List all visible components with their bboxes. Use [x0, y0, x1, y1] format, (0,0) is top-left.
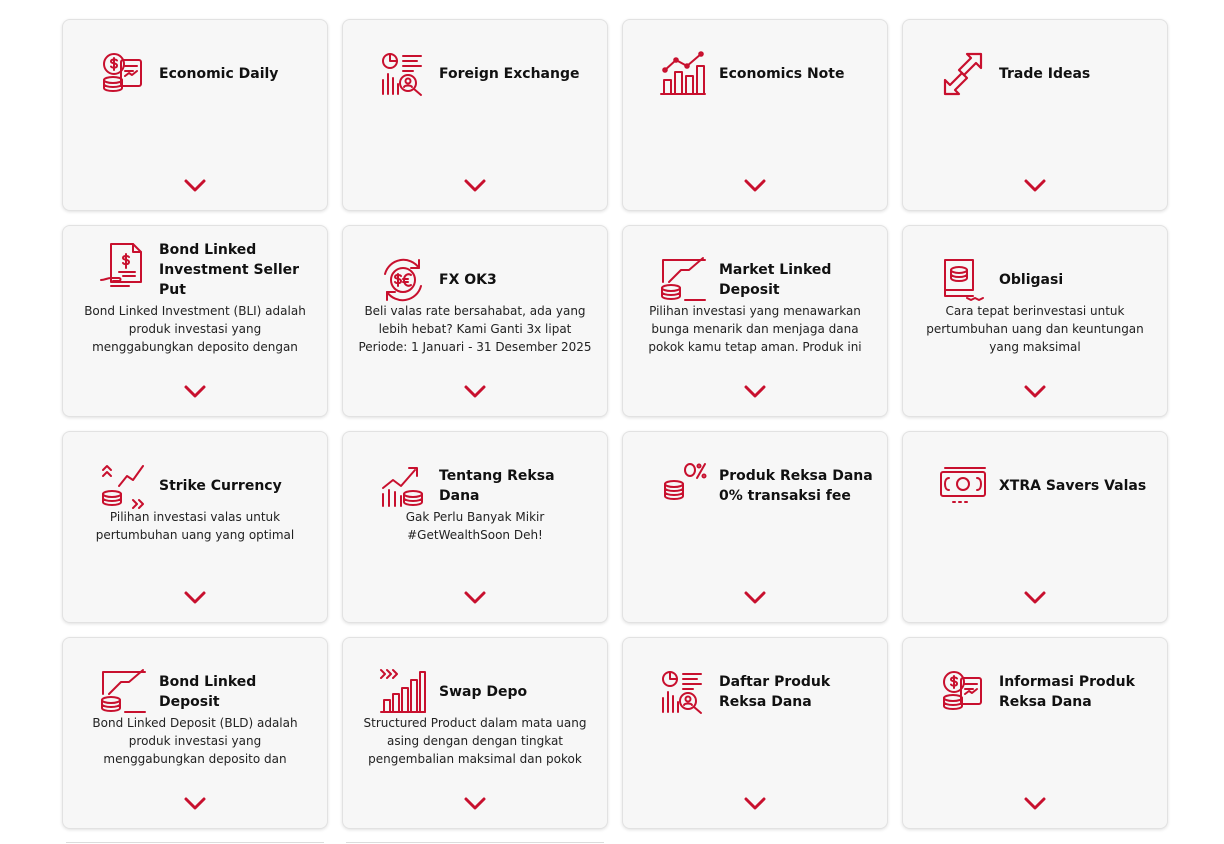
card-market-linked-deposit[interactable]: Market Linked Deposit Pilihan investasi …: [622, 225, 888, 417]
card-strike-currency[interactable]: Strike Currency Pilihan investasi valas …: [62, 431, 328, 623]
bar-chart-arrows-icon: [380, 669, 426, 713]
card-title: Market Linked Deposit: [719, 262, 832, 298]
card-xtra-savers-valas[interactable]: XTRA Savers Valas: [902, 431, 1168, 623]
chevron-down-icon[interactable]: [1023, 796, 1047, 812]
card-title: Bond Linked Deposit: [159, 674, 257, 710]
bond-coins-icon: [944, 259, 984, 301]
chevron-down-icon[interactable]: [1023, 384, 1047, 400]
card-tentang-reksa-dana[interactable]: Tentang Reksa Dana Gak Perlu Banyak Miki…: [342, 431, 608, 623]
money-report-icon: [103, 53, 142, 92]
card-title: Informasi Produk Reksa Dana: [999, 674, 1135, 710]
chart-coins-icon: [382, 467, 423, 507]
chevron-down-icon[interactable]: [463, 796, 487, 812]
coins-arrows-icon: [102, 465, 144, 509]
card-title: Tentang Reksa Dana: [439, 468, 555, 504]
bar-line-chart-icon: [660, 51, 706, 95]
card-description: Gak Perlu Banyak Mikir #GetWealthSoon De…: [405, 510, 545, 542]
card-title: Swap Depo: [439, 684, 528, 700]
bond-document-icon: [100, 243, 142, 287]
card-title: Obligasi: [999, 272, 1064, 288]
card-description: Structured Product dalam mata uang asing…: [363, 716, 587, 766]
chevron-down-icon[interactable]: [743, 178, 767, 194]
card-title: Bond Linked Investment Seller Put: [159, 242, 300, 298]
money-report-icon: [943, 671, 982, 710]
card-description: Beli valas rate bersahabat, ada yang leb…: [358, 304, 592, 354]
chevron-down-icon[interactable]: [463, 590, 487, 606]
card-trade-ideas[interactable]: Trade Ideas: [902, 19, 1168, 211]
card-title: Strike Currency: [159, 478, 282, 494]
chevron-down-icon[interactable]: [183, 590, 207, 606]
chevron-down-icon[interactable]: [743, 796, 767, 812]
card-description: Bond Linked Deposit (BLD) adalah produk …: [92, 716, 298, 766]
card-title: FX OK3: [439, 272, 497, 288]
chart-magnifier-icon: [662, 671, 702, 714]
card-bond-linked-deposit[interactable]: Bond Linked Deposit Bond Linked Deposit …: [62, 637, 328, 829]
chevron-down-icon[interactable]: [463, 178, 487, 194]
card-produk-reksa-dana-0-fee[interactable]: Produk Reksa Dana 0% transaksi fee: [622, 431, 888, 623]
zero-percent-coins-icon: [664, 463, 707, 500]
card-title: Produk Reksa Dana 0% transaksi fee: [719, 468, 873, 504]
chart-magnifier-icon: [382, 53, 422, 96]
currency-exchange-icon: [384, 258, 422, 302]
card-description: Cara tepat berinvestasi untuk pertumbuha…: [926, 304, 1144, 354]
card-title: Economic Daily: [159, 66, 279, 82]
card-bond-linked-investment[interactable]: Bond Linked Investment Seller Put Bond L…: [62, 225, 328, 417]
card-title: Trade Ideas: [999, 66, 1091, 82]
card-description: Bond Linked Investment (BLI) adalah prod…: [84, 304, 306, 354]
card-title: Foreign Exchange: [439, 66, 580, 82]
card-daftar-produk-reksa-dana[interactable]: Daftar Produk Reksa Dana: [622, 637, 888, 829]
exchange-arrows-icon: [943, 52, 983, 96]
card-title: XTRA Savers Valas: [999, 478, 1147, 494]
chevron-down-icon[interactable]: [183, 796, 207, 812]
chevron-down-icon[interactable]: [183, 178, 207, 194]
chevron-down-icon[interactable]: [743, 590, 767, 606]
chevron-down-icon[interactable]: [183, 384, 207, 400]
coins-growth-icon: [661, 257, 706, 301]
card-description: Pilihan investasi yang menawarkan bunga …: [648, 304, 862, 354]
card-title: Daftar Produk Reksa Dana: [719, 674, 831, 710]
card-swap-depo[interactable]: Swap Depo Structured Product dalam mata …: [342, 637, 608, 829]
chevron-down-icon[interactable]: [1023, 590, 1047, 606]
chevron-down-icon[interactable]: [743, 384, 767, 400]
card-obligasi[interactable]: Obligasi Cara tepat berinvestasi untuk p…: [902, 225, 1168, 417]
card-economic-daily[interactable]: Economic Daily: [62, 19, 328, 211]
chevron-down-icon[interactable]: [463, 384, 487, 400]
coins-growth-icon: [101, 669, 146, 713]
card-title: Economics Note: [719, 66, 845, 82]
card-foreign-exchange[interactable]: Foreign Exchange: [342, 19, 608, 211]
card-fx-ok3[interactable]: FX OK3 Beli valas rate bersahabat, ada y…: [342, 225, 608, 417]
card-informasi-produk-reksa-dana[interactable]: Informasi Produk Reksa Dana: [902, 637, 1168, 829]
card-economics-note[interactable]: Economics Note: [622, 19, 888, 211]
chevron-down-icon[interactable]: [1023, 178, 1047, 194]
product-card-grid: Economic Daily Foreign Exchange Economic…: [62, 19, 1168, 829]
card-description: Pilihan investasi valas untuk pertumbuha…: [95, 510, 295, 542]
banknote-icon: [940, 467, 986, 503]
